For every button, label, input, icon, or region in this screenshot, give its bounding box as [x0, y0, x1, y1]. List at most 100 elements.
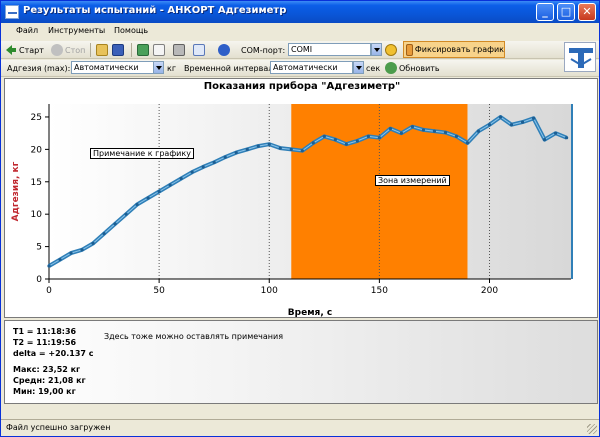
menu-tools[interactable]: Инструменты: [48, 26, 105, 35]
data-point: [212, 160, 216, 164]
adhesion-label: Адгезия (max):: [7, 63, 71, 73]
copy-icon: [193, 44, 205, 56]
data-point: [509, 123, 514, 127]
data-point: [234, 151, 238, 155]
resize-grip-icon[interactable]: [587, 424, 597, 434]
fix-graph-button[interactable]: Фиксировать график: [403, 41, 505, 58]
avg-value: Средн: 21,08 кг: [13, 376, 86, 385]
minimize-button[interactable]: _: [536, 3, 554, 21]
x-tick-label: 0: [46, 286, 52, 296]
x-tick-label: 100: [261, 286, 278, 296]
data-point: [498, 115, 503, 119]
data-point: [465, 141, 470, 145]
data-point: [201, 165, 205, 169]
connect-button[interactable]: [385, 43, 399, 57]
adhesion-select[interactable]: Автоматически: [71, 61, 154, 74]
data-point: [377, 136, 381, 140]
data-point: [179, 176, 183, 181]
window-title: Результаты испытаний - АНКОРТ Адгезиметр: [23, 5, 287, 16]
chevron-down-icon[interactable]: [371, 43, 382, 56]
print-button[interactable]: [173, 43, 187, 57]
play-arrow-icon: [5, 44, 17, 56]
save-button[interactable]: [112, 43, 126, 57]
data-point: [91, 241, 95, 245]
x-tick-label: 50: [153, 286, 165, 296]
data-point: [47, 264, 51, 268]
help-button[interactable]: [218, 43, 232, 57]
menu-bar: Файл Инструменты Помощь: [1, 23, 599, 41]
interval-unit: сек: [366, 63, 381, 73]
x-tick-label: 200: [481, 286, 498, 296]
chevron-down-icon[interactable]: [153, 61, 164, 74]
notes-field[interactable]: Здесь тоже можно оставлять примечания: [104, 332, 283, 341]
refresh-label: Обновить: [399, 63, 440, 73]
data-point: [58, 257, 62, 262]
start-button[interactable]: Старт: [5, 43, 44, 57]
app-icon: [5, 5, 19, 19]
data-point: [267, 142, 271, 146]
measurement-zone-label[interactable]: Зона измерений: [375, 175, 450, 186]
min-value: Мин: 19,00 кг: [13, 387, 76, 396]
stop-label: Стоп: [65, 45, 86, 55]
menu-help[interactable]: Помощь: [114, 26, 148, 35]
data-point: [124, 212, 128, 216]
floppy-icon: [112, 44, 124, 56]
interval-label: Временной интервал:: [184, 63, 277, 73]
settings-toolbar: Адгезия (max): Автоматически кг Временно…: [1, 60, 599, 77]
t1-value: T1 = 11:18:36: [13, 327, 77, 336]
start-label: Старт: [19, 45, 44, 55]
data-point: [531, 116, 536, 120]
data-point: [454, 134, 459, 139]
data-point: [278, 146, 282, 150]
open-button[interactable]: [96, 43, 110, 57]
chart-panel[interactable]: Показания прибора "Адгезиметр" 0 50 100 150…: [4, 78, 598, 318]
data-point: [443, 130, 448, 135]
x-axis-label: Время, с: [288, 308, 332, 318]
data-point: [223, 155, 227, 159]
y-tick-label: 15: [31, 178, 42, 188]
printer-icon: [173, 44, 185, 56]
data-point: [168, 183, 172, 187]
x-tick-label: 150: [371, 286, 388, 296]
report-button[interactable]: [153, 43, 167, 57]
help-icon: [218, 44, 230, 56]
status-bar: Файл успешно загружен: [1, 419, 599, 436]
data-point: [146, 196, 150, 200]
refresh-button[interactable]: Обновить: [385, 61, 440, 75]
data-point: [289, 147, 293, 151]
com-port-select[interactable]: COMI: [288, 43, 371, 56]
data-point: [311, 141, 315, 145]
y-tick-label: 10: [31, 210, 43, 220]
data-point: [487, 123, 492, 127]
data-point: [333, 138, 337, 142]
chevron-down-icon[interactable]: [353, 61, 364, 74]
adhesion-unit: кг: [167, 63, 177, 73]
data-point: [399, 131, 404, 135]
ankort-logo: [564, 42, 596, 72]
export-image-button[interactable]: [137, 43, 151, 57]
stop-icon: [51, 44, 63, 56]
data-point: [410, 125, 415, 129]
copy-button[interactable]: [193, 43, 207, 57]
delta-value: delta = +20.137 с: [13, 349, 94, 358]
data-point: [157, 189, 161, 194]
close-button[interactable]: ✕: [578, 3, 596, 21]
y-tick-label: 25: [31, 113, 42, 123]
stop-button[interactable]: Стоп: [51, 43, 85, 57]
data-point: [388, 127, 392, 131]
menu-file[interactable]: Файл: [16, 26, 38, 35]
status-text: Файл успешно загружен: [6, 423, 111, 432]
data-point: [355, 139, 359, 143]
adhesion-chart[interactable]: 0 50 100 150 200 0 5 10 15 20 25 Время, с Адгезия, к…: [5, 79, 599, 319]
data-point: [520, 120, 525, 124]
data-point: [476, 129, 481, 133]
max-value: Макс: 23,52 кг: [13, 365, 81, 374]
y-tick-label: 5: [36, 243, 42, 253]
maximize-button[interactable]: □: [557, 3, 575, 21]
title-bar: Результаты испытаний - АНКОРТ Адгезиметр…: [1, 1, 599, 23]
data-point: [135, 202, 139, 207]
data-point: [366, 134, 370, 139]
app-window: Результаты испытаний - АНКОРТ Адгезиметр…: [0, 0, 600, 437]
interval-select[interactable]: Автоматически: [270, 61, 353, 74]
chart-note[interactable]: Примечание к графику: [90, 148, 194, 159]
